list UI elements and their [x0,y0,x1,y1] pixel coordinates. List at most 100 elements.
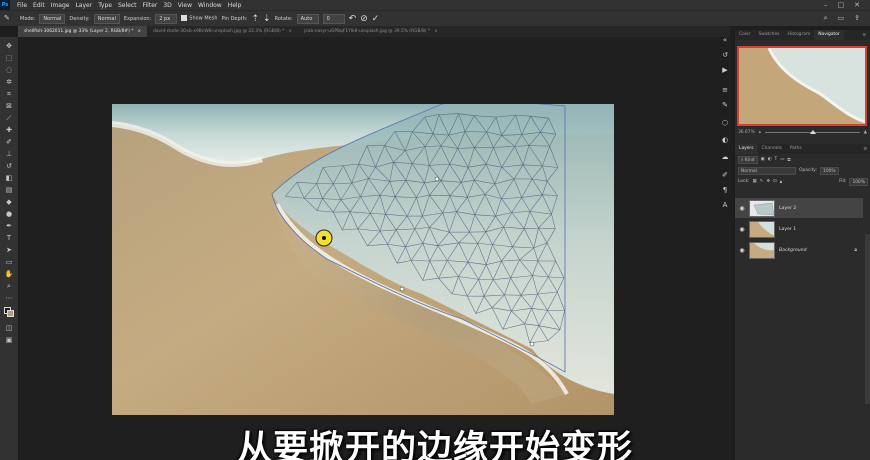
share-icon[interactable]: ⇪ [854,14,860,23]
puppet-warp-tool-icon[interactable]: ✎ [4,14,16,24]
rotate-select[interactable]: Auto [296,13,319,24]
eraser-tool-icon[interactable]: ◧ [4,173,14,183]
menu-edit[interactable]: Edit [30,2,48,9]
zoom-slider[interactable] [764,129,860,134]
libraries-icon[interactable]: ☁ [720,152,730,162]
move-tool-icon[interactable]: ✥ [4,41,14,51]
workspace-icon[interactable]: ▭ [838,14,845,23]
menu-layer[interactable]: Layer [72,2,95,9]
tab-navigator[interactable]: Navigator [814,30,844,40]
tab-paths[interactable]: Paths [786,144,806,154]
actions-panel-icon[interactable]: ▶ [720,65,730,75]
dodge-tool-icon[interactable]: ● [4,209,14,219]
zoom-out-icon[interactable]: ▴ [759,130,761,135]
panel-menu-icon[interactable]: ≡ [863,147,870,152]
zoom-tool-icon[interactable]: ⌕ [4,281,14,291]
search-icon[interactable]: ⌕ [824,14,828,23]
layer-row-background[interactable]: ◉ Background 🔒︎ [735,240,863,260]
history-brush-tool-icon[interactable]: ↺ [4,161,14,171]
panel-menu-icon[interactable]: ≡ [862,33,870,38]
filter-type-icon[interactable]: T [775,157,778,162]
tab-histogram[interactable]: Histogram [783,30,814,40]
maximize-button[interactable]: □ [838,1,845,9]
doc-tab-2[interactable]: david-clode-3Oxb-x9BnW8-unsplash.jpg @ 3… [147,26,298,37]
lock-paint-icon[interactable]: ✎ [760,179,764,184]
frame-tool-icon[interactable]: ⊠ [4,101,14,111]
eyedropper-tool-icon[interactable]: ⟋ [4,113,14,123]
menu-file[interactable]: File [14,2,30,9]
crop-tool-icon[interactable]: ⌗ [4,89,14,99]
show-mesh-checkbox[interactable]: Show Mesh [181,15,218,22]
navigator-preview[interactable] [737,46,867,126]
hand-tool-icon[interactable]: ✋ [4,269,14,279]
doc-tab-3[interactable]: jcob-nasyr-uGPBqF1Ylk8-unsplash.jpg @ 39… [298,26,444,37]
menu-filter[interactable]: Filter [140,2,161,9]
commit-icon[interactable]: ✓ [372,14,380,24]
healing-brush-tool-icon[interactable]: ✚ [4,125,14,135]
lock-move-icon[interactable]: ✥ [766,179,770,184]
blur-tool-icon[interactable]: ◆ [4,197,14,207]
clone-stamp-tool-icon[interactable]: ⊥ [4,149,14,159]
glyphs-icon[interactable]: A [720,200,730,210]
mode-select[interactable]: Normal [39,13,66,24]
blend-mode-select[interactable]: Normal [738,166,796,175]
paragraph-icon[interactable]: ¶ [720,185,730,195]
rotate-degrees-input[interactable]: 0 [322,13,345,24]
lasso-tool-icon[interactable]: ◌ [4,65,14,75]
brush-tool-icon[interactable]: ✐ [4,137,14,147]
more-tools-icon[interactable]: ⋯ [4,293,14,303]
lock-icon[interactable]: 🔒︎ [854,247,863,253]
menu-window[interactable]: Window [195,2,225,9]
lock-artboard-icon[interactable]: ⊡ [773,179,777,184]
filter-adjust-icon[interactable]: ◐ [768,157,772,162]
shape-tool-icon[interactable]: ▭ [4,257,14,267]
properties-panel-icon[interactable]: ≡ [720,85,730,95]
minimize-button[interactable]: – [824,1,828,9]
cancel-icon[interactable]: ⊘ [360,14,368,24]
collapse-panels-icon[interactable]: « [720,35,730,45]
menu-3d[interactable]: 3D [160,2,174,9]
adjustments-icon[interactable]: ◐ [720,135,730,145]
background-color-swatch[interactable] [7,310,14,317]
menu-help[interactable]: Help [225,2,245,9]
visibility-eye-icon[interactable]: ◉ [739,247,745,254]
close-tab-icon[interactable]: × [434,29,438,34]
opacity-input[interactable]: 100% [820,166,839,175]
menu-view[interactable]: View [175,2,195,9]
3d-panel-icon[interactable]: ⬡ [720,118,730,128]
expansion-input[interactable]: 2 px [155,13,178,24]
menu-image[interactable]: Image [48,2,73,9]
menu-type[interactable]: Type [95,2,115,9]
menu-select[interactable]: Select [115,2,140,9]
pin-backward-icon[interactable]: ⇣ [263,14,271,24]
doc-tab-1[interactable]: shellfish-3062011.jpg @ 33% (Layer 2, RG… [18,26,148,37]
zoom-slider-handle[interactable] [810,129,817,134]
close-button[interactable]: ✕ [854,1,860,9]
density-select[interactable]: Normal [93,13,120,24]
undo-icon[interactable]: ↶ [349,14,357,24]
marquee-tool-icon[interactable]: ⬚ [4,53,14,63]
brushes-icon[interactable]: ✐ [720,170,730,180]
layers-scrollbar[interactable] [865,234,870,404]
pen-tool-icon[interactable]: ✒ [4,221,14,231]
brush-settings-icon[interactable]: ✎ [720,100,730,110]
document-canvas-image[interactable] [112,104,614,415]
layer-row-layer-1[interactable]: ◉ Layer 1 [735,219,863,239]
pin-forward-icon[interactable]: ⇡ [252,14,260,24]
close-tab-icon[interactable]: × [137,29,141,34]
type-tool-icon[interactable]: T [4,233,14,243]
tab-color[interactable]: Color [735,30,754,40]
quick-select-tool-icon[interactable]: ✲ [4,77,14,87]
visibility-eye-icon[interactable]: ◉ [739,226,745,233]
gradient-tool-icon[interactable]: ▤ [4,185,14,195]
filter-smart-icon[interactable]: ⧉ [787,157,790,163]
zoom-value[interactable]: 36.67% [738,130,755,135]
lock-all-icon[interactable]: 🔒︎ [780,179,782,185]
path-selection-tool-icon[interactable]: ➤ [4,245,14,255]
photoshop-logo[interactable]: Ps [0,0,10,10]
tab-channels[interactable]: Channels [758,144,786,154]
fill-input[interactable]: 100% [849,177,868,186]
mesh-pin[interactable] [399,286,405,292]
history-panel-icon[interactable]: ↺ [720,50,730,60]
screen-mode-icon[interactable]: ▣ [4,335,14,345]
